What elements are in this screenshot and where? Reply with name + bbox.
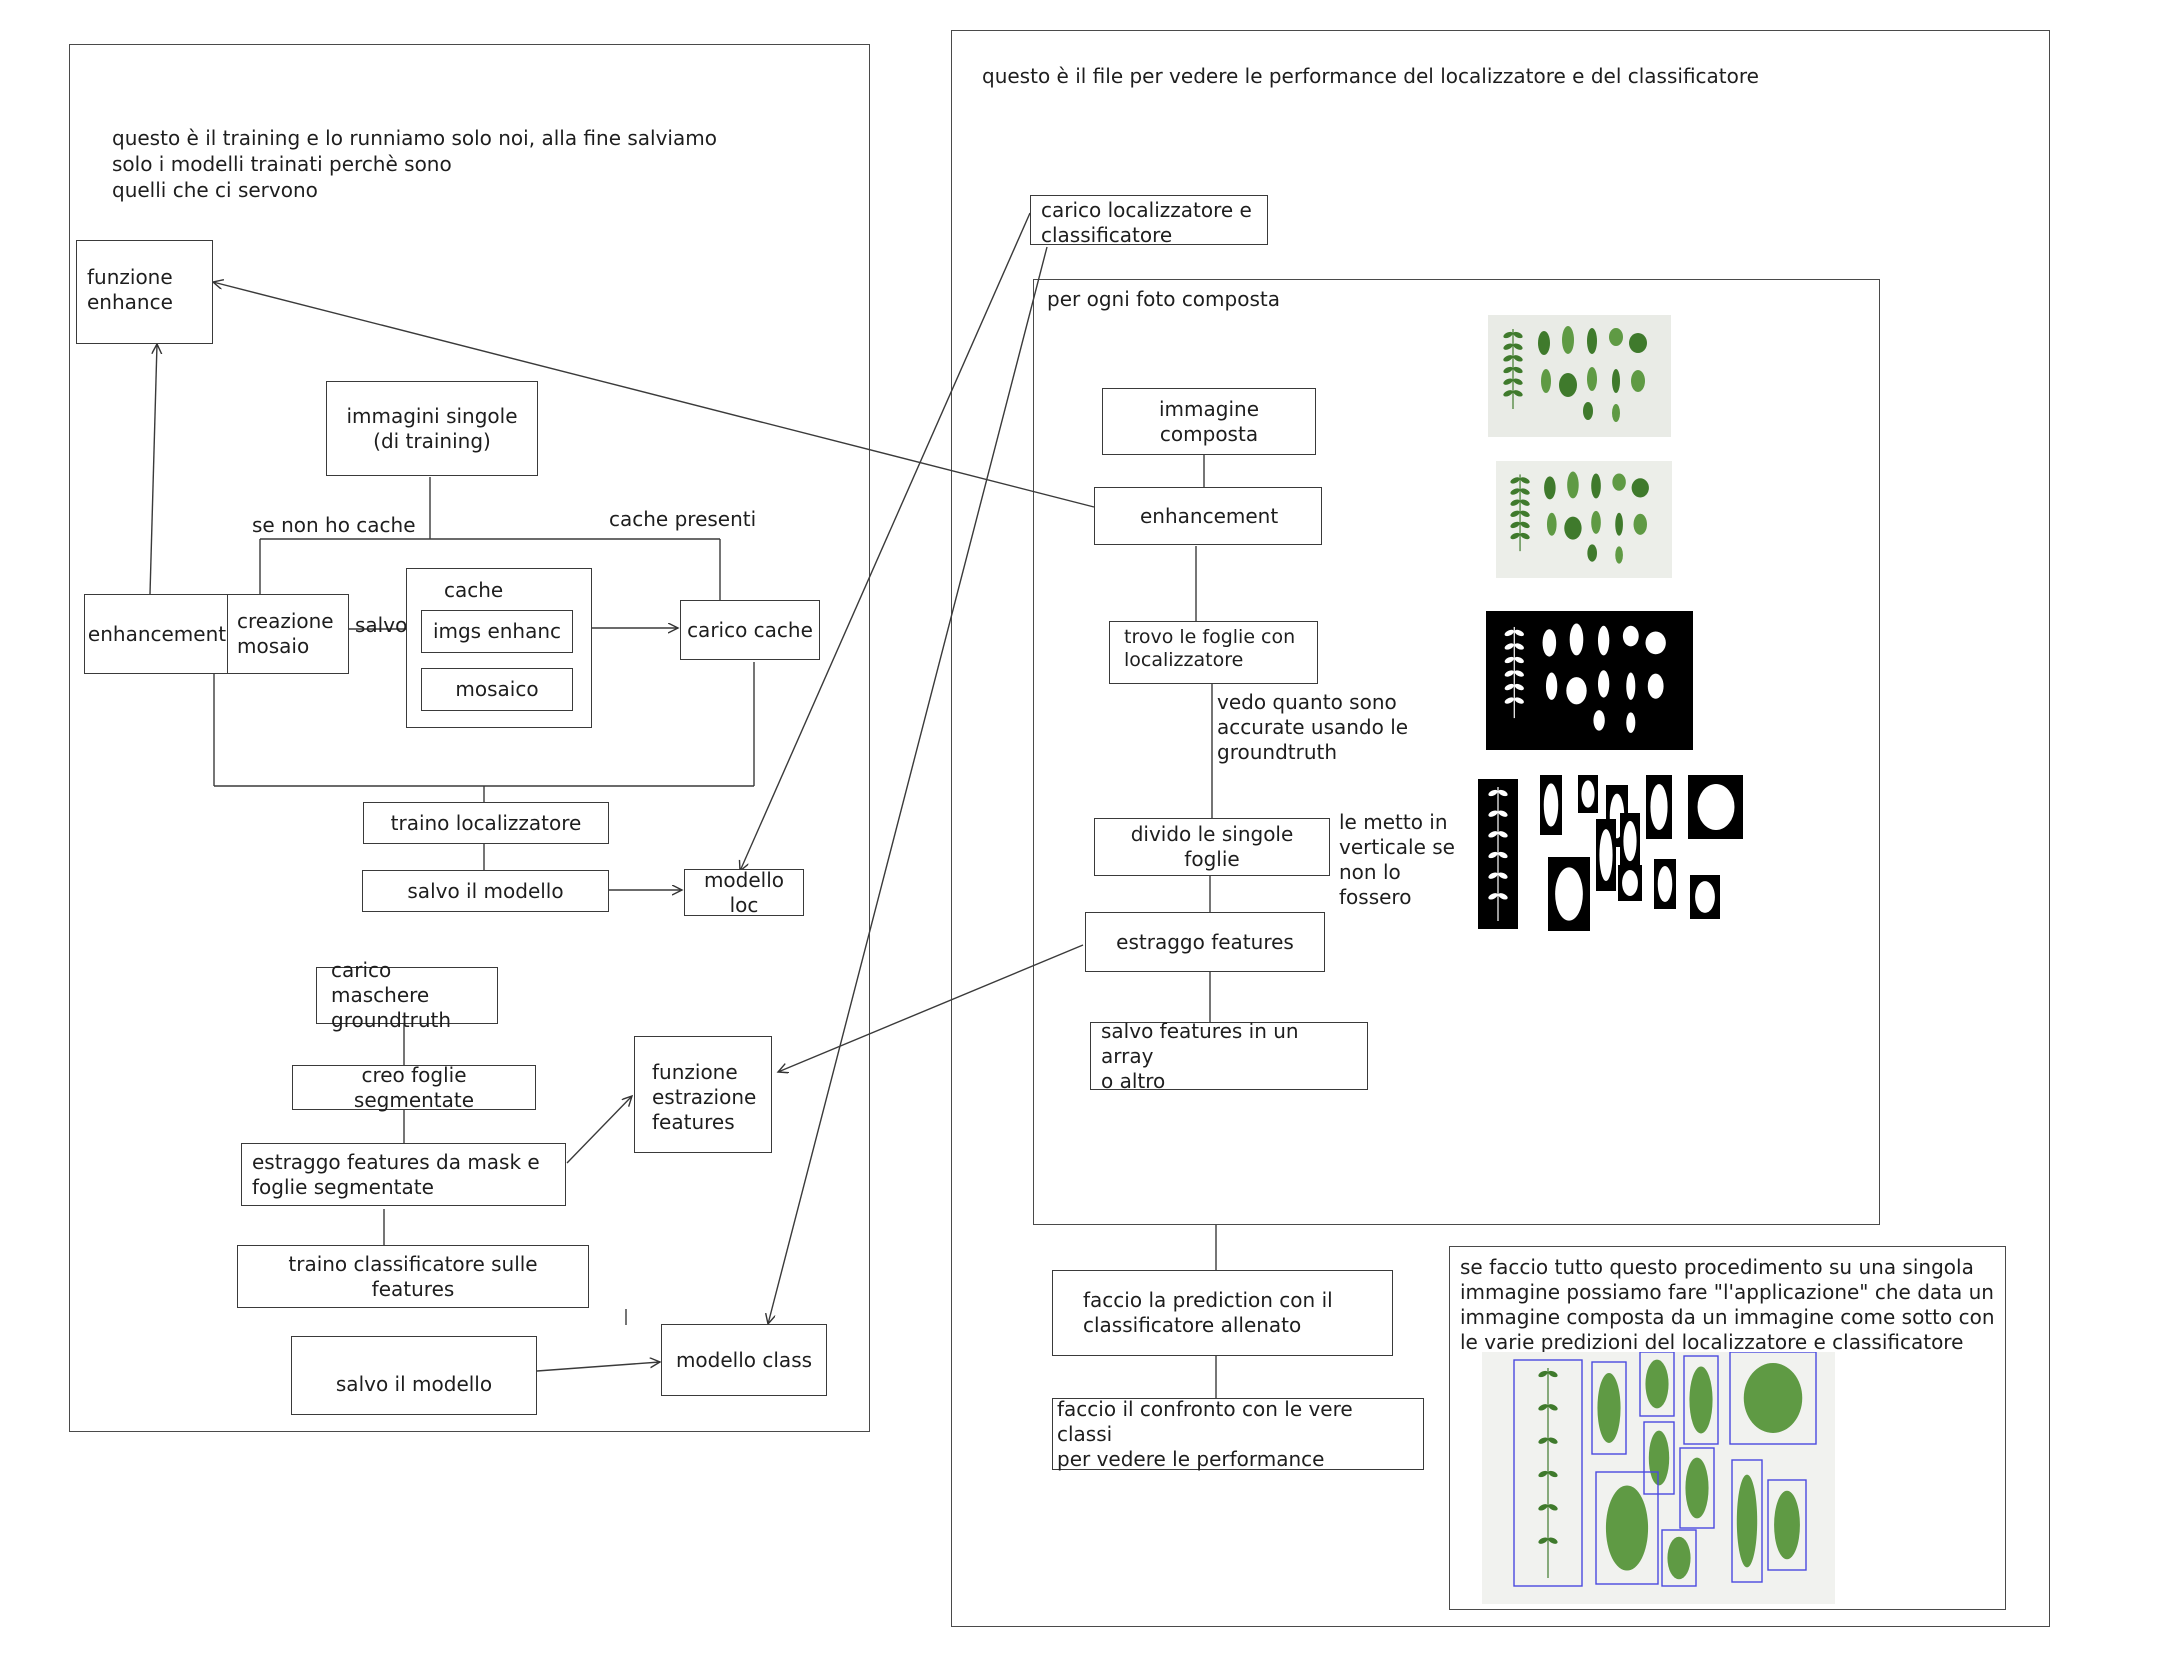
trovo-foglie-box[interactable]: trovo le foglie con localizzatore [1109,621,1318,684]
estraggo-features-box[interactable]: estraggo features [1085,912,1325,972]
split-leaves-thumbnail [1478,775,1743,935]
mask-thumbnail [1486,611,1693,750]
carico-cache-box[interactable]: carico cache [680,600,820,660]
training-note: questo è il training e lo runniamo solo … [112,126,717,202]
salvo-modello-class-box[interactable]: salvo il modello [291,1336,537,1415]
faccio-confronto-box[interactable]: faccio il confronto con le vere classi p… [1052,1397,1424,1471]
enhanced-photo-thumbnail [1496,461,1672,578]
enhancement-box[interactable]: enhancement [84,594,230,674]
modello-loc-box[interactable]: modello loc [684,868,804,917]
salvo-label: salvo [355,613,408,637]
prediction-preview-image [1482,1352,1835,1604]
estraggo-features-mask-box[interactable]: estraggo features da mask e foglie segme… [241,1143,566,1206]
faccio-prediction-box[interactable]: faccio la prediction con il classificato… [1052,1270,1393,1356]
per-ogni-foto-label: per ogni foto composta [1047,287,1280,311]
immagine-composta-box[interactable]: immagine composta [1102,388,1316,455]
imgs-enhanc-box[interactable]: imgs enhanc [421,610,573,653]
composite-photo-thumbnail [1488,315,1671,437]
funzione-enhance-box[interactable]: funzione enhance [76,240,213,344]
modello-class-box[interactable]: modello class [661,1324,827,1396]
le-metto-note: le metto in verticale se non lo fossero [1339,810,1455,909]
salvo-modello-loc-box[interactable]: salvo il modello [362,870,609,912]
salvo-features-box[interactable]: salvo features in un array o altro [1090,1019,1368,1093]
cache-presenti-label: cache presenti [609,507,757,531]
funzione-estrazione-box[interactable]: funzione estrazione features [634,1036,772,1153]
vedo-quanto-note: vedo quanto sono accurate usando le grou… [1217,690,1409,764]
traino-classificatore-box[interactable]: traino classificatore sulle features [237,1245,589,1308]
carico-localizzatore-classificatore-box[interactable]: carico localizzatore e classificatore [1030,195,1268,247]
se-non-ho-cache-label: se non ho cache [252,513,416,537]
creazione-mosaio-box[interactable]: creazione mosaio [227,594,349,674]
carico-maschere-box[interactable]: carico maschere groundtruth [316,958,498,1032]
app-note: se faccio tutto questo procedimento su u… [1460,1255,1995,1354]
creo-foglie-box[interactable]: creo foglie segmentate [292,1063,536,1112]
enhancement-right-box[interactable]: enhancement [1094,487,1322,545]
traino-localizzatore-box[interactable]: traino localizzatore [363,802,609,844]
cache-title: cache [444,578,504,602]
mosaico-box[interactable]: mosaico [421,668,573,711]
divido-foglie-box[interactable]: divido le singole foglie [1094,818,1330,876]
evaluation-note: questo è il file per vedere le performan… [982,64,1759,88]
immagini-singole-box[interactable]: immagini singole (di training) [326,381,538,476]
